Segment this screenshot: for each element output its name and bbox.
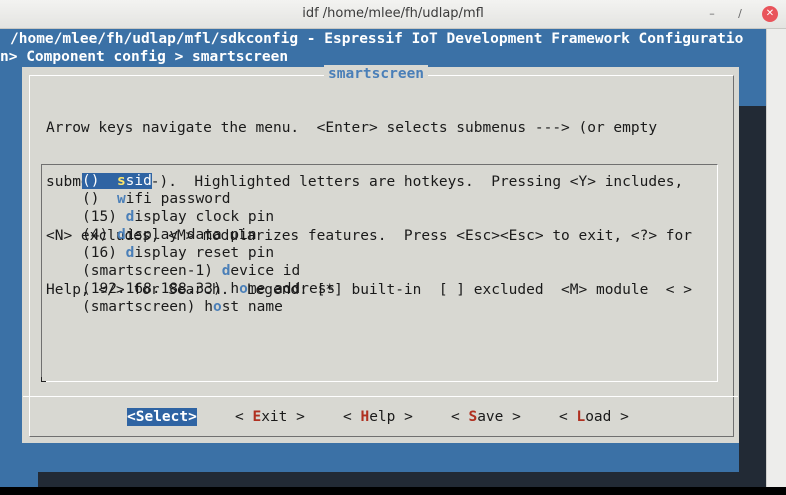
menuconfig-dialog: smartscreen Arrow keys navigate the menu…	[22, 65, 739, 443]
menu-item-device-id[interactable]: (smartscreen-1) device id	[82, 262, 300, 280]
maximize-icon[interactable]: ∕	[732, 6, 748, 22]
menu-item-host-name[interactable]: (smartscreen) host name	[82, 298, 283, 316]
exit-button[interactable]: < Exit >	[235, 408, 305, 426]
menu-corner	[41, 377, 46, 382]
minimize-icon[interactable]: –	[704, 6, 720, 22]
terminal-area[interactable]: /home/mlee/fh/udlap/mfl/sdkconfig - Espr…	[0, 29, 766, 491]
menu-item-wifi-password[interactable]: () wifi password	[82, 190, 230, 208]
breadcrumb: n> Component config > smartscreen	[0, 49, 289, 65]
select-button[interactable]: <Select>	[127, 408, 197, 426]
menu-item-display-data-pin[interactable]: (4) display data pin	[82, 226, 257, 244]
title-bar[interactable]: idf /home/mlee/fh/udlap/mfl – ∕ ✕	[0, 0, 786, 29]
help-line: Arrow keys navigate the menu. <Enter> se…	[46, 120, 658, 136]
terminal-scrollbar[interactable]	[766, 29, 786, 487]
button-separator	[23, 396, 738, 397]
config-path-line: /home/mlee/fh/udlap/mfl/sdkconfig - Espr…	[10, 31, 744, 47]
load-button[interactable]: < Load >	[559, 408, 629, 426]
menu-item-display-clock-pin[interactable]: (15) display clock pin	[82, 208, 274, 226]
menu-item-ssid[interactable]: () ssid	[82, 172, 152, 190]
terminal-window: idf /home/mlee/fh/udlap/mfl – ∕ ✕ /home/…	[0, 0, 786, 495]
menu-item-home-address[interactable]: (192.168.188.33) home address	[82, 280, 335, 298]
dialog-shadow-right	[739, 106, 766, 491]
window-bottom-edge	[0, 487, 786, 495]
window-title: idf /home/mlee/fh/udlap/mfl	[302, 6, 484, 21]
save-button[interactable]: < Save >	[451, 408, 521, 426]
close-icon[interactable]: ✕	[762, 6, 778, 22]
dialog-title: smartscreen	[324, 65, 429, 83]
menu-item-display-reset-pin[interactable]: (16) display reset pin	[82, 244, 274, 262]
help-button[interactable]: < Help >	[343, 408, 413, 426]
